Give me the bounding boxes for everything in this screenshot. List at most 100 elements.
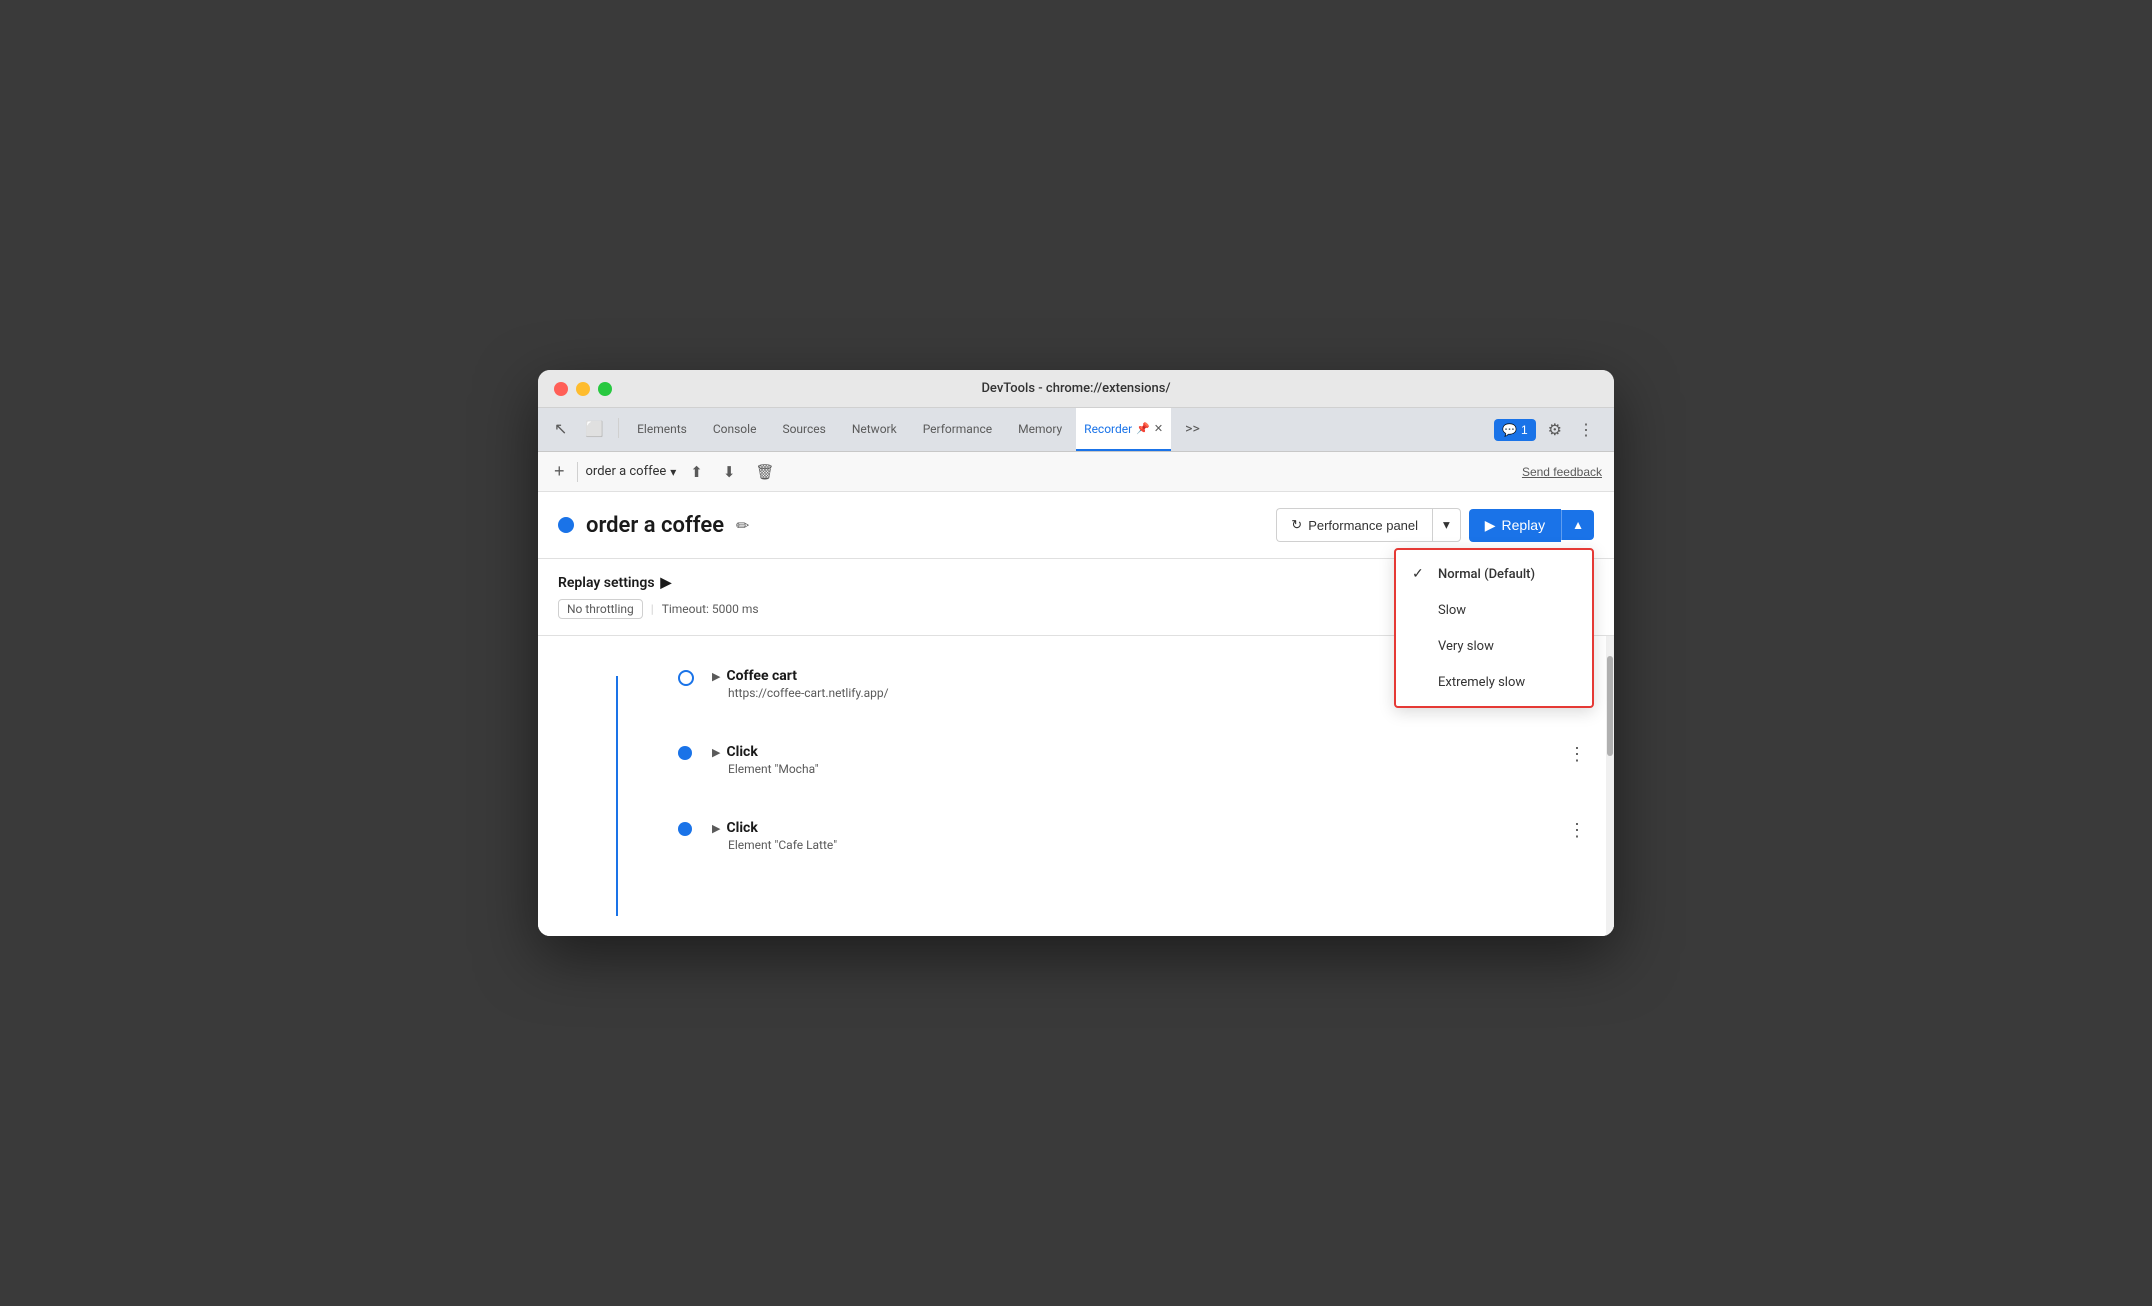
add-recording-button[interactable]: +: [550, 461, 569, 482]
expand-step-icon[interactable]: ▶: [712, 670, 720, 683]
elements-label: Elements: [637, 422, 687, 436]
edit-icon[interactable]: ✏: [736, 516, 749, 535]
expand-arrow-icon: ▶: [661, 575, 672, 591]
settings-button[interactable]: ⚙: [1544, 416, 1566, 444]
import-button[interactable]: ⬇: [717, 459, 742, 485]
sources-label: Sources: [782, 422, 825, 436]
inspector-icon-tab[interactable]: ↖: [546, 408, 575, 451]
scrollbar-thumb[interactable]: [1607, 656, 1613, 756]
recording-select-name: order a coffee: [586, 464, 667, 479]
recording-title-area: order a coffee ✏: [558, 513, 749, 538]
three-dots-icon-2: ⋮: [1568, 744, 1586, 764]
recording-status-dot: [558, 517, 574, 533]
step-title-row-3: ▶ Click: [712, 820, 1560, 836]
network-label: Network: [852, 422, 897, 436]
chevron-down-icon: ▾: [1443, 517, 1450, 532]
step-subtitle-click1: Element "Mocha": [728, 762, 1560, 776]
checkmark-icon: ✓: [1412, 566, 1428, 582]
step-content-click2: ▶ Click Element "Cafe Latte": [712, 820, 1560, 852]
tab-memory[interactable]: Memory: [1006, 408, 1074, 451]
step-more-button-1[interactable]: ⋮: [1560, 744, 1594, 765]
toolbar-divider: [577, 462, 578, 482]
step-title-navigation: Coffee cart: [726, 668, 797, 684]
dropdown-item-very-slow[interactable]: ✓ Very slow: [1396, 628, 1592, 664]
step-title-click1: Click: [726, 744, 757, 760]
tab-recorder[interactable]: Recorder 📌 ✕: [1076, 408, 1171, 451]
three-dots-icon-3: ⋮: [1568, 820, 1586, 840]
throttling-tag: No throttling: [558, 599, 643, 619]
close-button[interactable]: [554, 382, 568, 396]
titlebar: DevTools - chrome://extensions/: [538, 370, 1614, 408]
timeout-label: Timeout: 5000 ms: [662, 602, 759, 616]
settings-separator: |: [651, 602, 654, 616]
console-label: Console: [713, 422, 757, 436]
delete-button[interactable]: 🗑: [749, 459, 780, 485]
memory-label: Memory: [1018, 422, 1062, 436]
download-icon: ⬇: [723, 463, 736, 481]
main-content: order a coffee ✏ ↻ Performance panel ▾ ▶…: [538, 492, 1614, 936]
more-tabs-icon: >>: [1185, 421, 1200, 437]
cursor-icon: ↖: [554, 419, 567, 438]
replay-settings-label: Replay settings: [558, 575, 655, 591]
export-button[interactable]: ⬆: [684, 459, 709, 485]
chat-count: 1: [1521, 423, 1528, 437]
tab-console[interactable]: Console: [701, 408, 769, 451]
step-item: ▶ Click Element "Cafe Latte" ⋮: [658, 808, 1614, 864]
tab-network[interactable]: Network: [840, 408, 909, 451]
plus-icon: +: [554, 461, 565, 481]
expand-step-icon-3[interactable]: ▶: [712, 822, 720, 835]
step-title-row-2: ▶ Click: [712, 744, 1560, 760]
expand-step-icon-2[interactable]: ▶: [712, 746, 720, 759]
chat-button[interactable]: 💬 1: [1494, 419, 1536, 441]
minimize-button[interactable]: [576, 382, 590, 396]
refresh-icon: ↻: [1291, 517, 1302, 533]
kebab-icon: ⋮: [1578, 420, 1594, 440]
close-tab-icon[interactable]: ✕: [1154, 422, 1163, 435]
recorder-tab-label: Recorder: [1084, 422, 1132, 436]
device-toggle-tab[interactable]: ⬜: [577, 408, 612, 451]
performance-panel-button[interactable]: ↻ Performance panel: [1276, 508, 1432, 542]
timeline-line: [616, 676, 618, 916]
play-icon: ▶: [1485, 517, 1496, 534]
tab-more[interactable]: >>: [1173, 408, 1212, 451]
step-dot-click1: [678, 746, 692, 760]
dropdown-item-extremely-slow[interactable]: ✓ Extremely slow: [1396, 664, 1592, 700]
more-options-button[interactable]: ⋮: [1574, 416, 1598, 444]
recording-title: order a coffee: [586, 513, 724, 538]
dropdown-normal-label: Normal (Default): [1438, 567, 1535, 582]
dropdown-very-slow-label: Very slow: [1438, 639, 1494, 654]
recording-selector[interactable]: order a coffee ▾: [586, 464, 677, 479]
devtools-window: DevTools - chrome://extensions/ ↖ ⬜ Elem…: [538, 370, 1614, 936]
step-title-click2: Click: [726, 820, 757, 836]
performance-label: Performance: [923, 422, 992, 436]
devtools-tabs-bar: ↖ ⬜ Elements Console Sources Network Per…: [538, 408, 1614, 452]
perf-panel-dropdown-button[interactable]: ▾: [1432, 508, 1461, 542]
replay-button[interactable]: ▶ Replay: [1469, 509, 1561, 542]
step-dot-navigation: [678, 670, 694, 686]
tab-performance[interactable]: Performance: [911, 408, 1004, 451]
replay-dropdown-button[interactable]: ▲: [1561, 510, 1594, 540]
maximize-button[interactable]: [598, 382, 612, 396]
dropdown-extremely-slow-label: Extremely slow: [1438, 675, 1525, 690]
step-dot-container-3: [678, 822, 696, 840]
dropdown-item-normal[interactable]: ✓ Normal (Default): [1396, 556, 1592, 592]
devtools-right-controls: 💬 1 ⚙ ⋮: [1486, 408, 1606, 451]
recording-header: order a coffee ✏ ↻ Performance panel ▾ ▶…: [538, 492, 1614, 559]
recorder-toolbar: + order a coffee ▾ ⬆ ⬇ 🗑 Send feedback: [538, 452, 1614, 492]
chat-icon: 💬: [1502, 423, 1517, 437]
send-feedback-button[interactable]: Send feedback: [1522, 465, 1602, 479]
dropdown-item-slow[interactable]: ✓ Slow: [1396, 592, 1592, 628]
step-subtitle-click2: Element "Cafe Latte": [728, 838, 1560, 852]
tab-sources[interactable]: Sources: [770, 408, 837, 451]
perf-panel-label: Performance panel: [1308, 518, 1418, 533]
tab-elements[interactable]: Elements: [625, 408, 699, 451]
step-content-click1: ▶ Click Element "Mocha": [712, 744, 1560, 776]
step-item: ▶ Click Element "Mocha" ⋮: [658, 732, 1614, 788]
replay-label: Replay: [1502, 517, 1546, 533]
step-more-button-2[interactable]: ⋮: [1560, 820, 1594, 841]
step-dot-container: [678, 670, 696, 688]
device-icon: ⬜: [585, 420, 604, 438]
step-dot-click2: [678, 822, 692, 836]
scrollbar[interactable]: [1606, 636, 1614, 936]
step-dot-container-2: [678, 746, 696, 764]
